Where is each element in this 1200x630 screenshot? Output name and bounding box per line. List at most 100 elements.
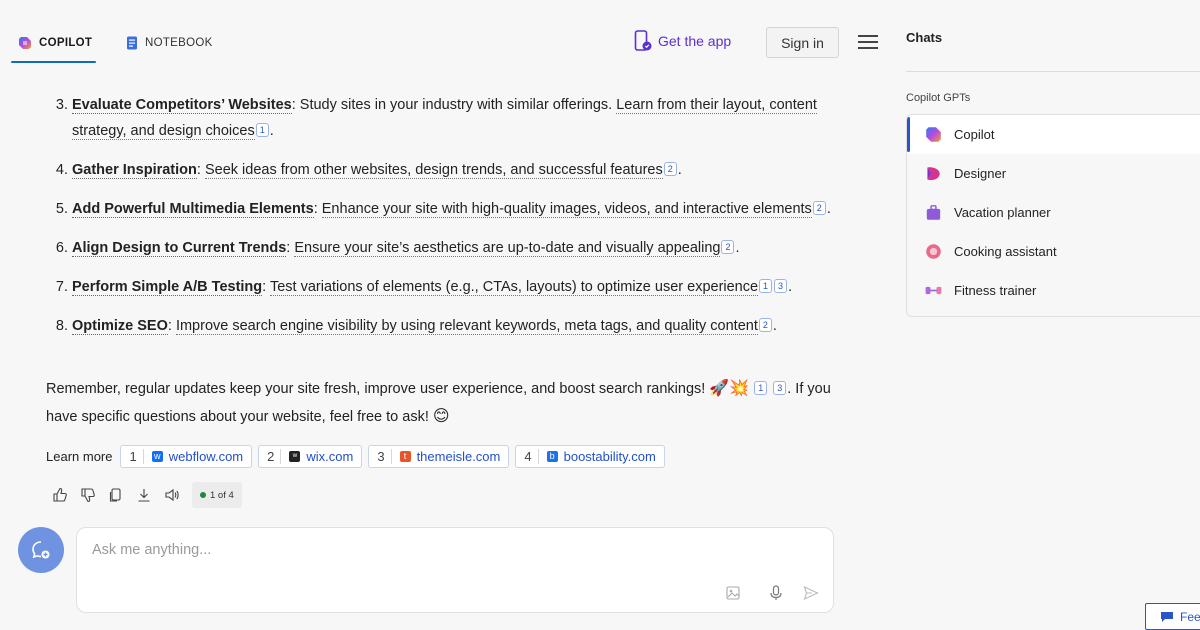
item-body: Gather Inspiration: Seek ideas from othe… <box>72 157 682 183</box>
thumbs-down-icon[interactable] <box>80 487 96 503</box>
source-domain: webflow.com <box>168 449 244 464</box>
item-title: Evaluate Competitors’ Websites <box>72 97 292 114</box>
gpt-item-designer[interactable]: Designer <box>907 154 1200 193</box>
phone-icon <box>634 30 652 51</box>
source-domain: themeisle.com <box>416 449 501 464</box>
source-domain: boostability.com <box>563 449 656 464</box>
item-number: 3. <box>55 97 68 113</box>
citation-badge[interactable]: 2 <box>721 240 735 254</box>
item-text-linked[interactable]: Seek ideas from other websites, design t… <box>204 162 663 179</box>
source-number: 1 <box>129 449 144 464</box>
designer-icon <box>925 165 942 182</box>
image-input-icon[interactable] <box>725 584 743 602</box>
download-icon[interactable] <box>136 487 152 503</box>
closing-text: Remember, regular updates keep your site… <box>46 381 710 397</box>
gpt-item-copilot[interactable]: Copilot <box>907 115 1200 154</box>
item-separator: : <box>291 97 300 113</box>
new-chat-icon <box>32 541 50 559</box>
item-body: Perform Simple A/B Testing: Test variati… <box>72 274 792 300</box>
status-dot <box>200 492 206 498</box>
microphone-icon[interactable] <box>767 584 785 602</box>
menu-icon[interactable] <box>858 35 878 49</box>
item-text-linked[interactable]: Ensure your site’s aesthetics are up-to-… <box>294 240 721 257</box>
feedback-button[interactable]: Fee <box>1145 603 1200 630</box>
closing-paragraph: Remember, regular updates keep your site… <box>46 375 836 431</box>
get-app-label: Get the app <box>658 33 732 49</box>
gpt-item-cooking-assistant[interactable]: Cooking assistant <box>907 232 1200 271</box>
item-text-linked[interactable]: Enhance your site with high-quality imag… <box>321 201 812 218</box>
source-chip[interactable]: 4 b boostability.com <box>515 445 665 468</box>
item-number: 6. <box>55 240 68 256</box>
sidebar-divider <box>906 71 1200 72</box>
right-sidebar: Chats Copilot GPTs Copilot Designer Vacati… <box>895 0 1200 630</box>
source-number: 4 <box>524 449 539 464</box>
source-domain: wix.com <box>306 449 354 464</box>
item-end: . <box>677 162 682 178</box>
item-body: Align Design to Current Trends: Ensure y… <box>72 235 740 261</box>
source-chip[interactable]: 1 w webflow.com <box>120 445 253 468</box>
citation-badge[interactable]: 2 <box>812 201 826 215</box>
citation-badge[interactable]: 3 <box>774 279 788 293</box>
item-separator: : <box>262 279 270 295</box>
new-topic-button[interactable] <box>18 527 64 573</box>
item-separator: : <box>313 201 322 217</box>
item-end: . <box>772 318 777 334</box>
learn-more-label: Learn more <box>46 449 113 464</box>
feedback-icon <box>1161 611 1173 622</box>
gpt-item-vacation-planner[interactable]: Vacation planner <box>907 193 1200 232</box>
citation-badge[interactable]: 2 <box>758 318 772 332</box>
citation-badge[interactable]: 1 <box>754 381 768 395</box>
send-icon[interactable] <box>802 584 820 602</box>
copy-icon[interactable] <box>108 487 124 503</box>
citation-badge[interactable]: 1 <box>759 279 773 293</box>
learn-more-bar: Learn more 1 w webflow.com 2 ʷ wix.com 3 t theme… <box>46 445 665 468</box>
sign-in-button[interactable]: Sign in <box>766 27 839 58</box>
item-number: 4. <box>55 162 68 178</box>
site-favicon-icon: b <box>546 451 558 462</box>
ask-input[interactable] <box>92 542 792 558</box>
citation-badge[interactable]: 3 <box>773 381 787 395</box>
item-text-linked[interactable]: Improve search engine visibility by usin… <box>175 318 758 335</box>
thumbs-up-icon[interactable] <box>52 487 68 503</box>
site-favicon-icon: w <box>151 451 163 462</box>
copilot-logo-icon <box>19 37 31 49</box>
citation-badge[interactable]: 1 <box>255 123 269 137</box>
dumbbell-icon <box>925 282 942 299</box>
answer-list-item: 4. Gather Inspiration: Seek ideas from ot… <box>50 157 840 183</box>
source-chip[interactable]: 2 ʷ wix.com <box>258 445 363 468</box>
gpt-list: Copilot Designer Vacation planner Cooking a… <box>906 114 1200 317</box>
answer-list-item: 6. Align Design to Current Trends: Ensure… <box>50 235 840 261</box>
item-number: 5. <box>55 201 68 217</box>
answer-list: 3. Evaluate Competitors’ Websites: Study … <box>50 92 840 352</box>
tab-notebook[interactable]: NOTEBOOK <box>126 36 213 50</box>
cooking-icon <box>925 243 942 260</box>
tab-copilot[interactable]: COPILOT <box>18 36 92 50</box>
item-end: . <box>826 201 831 217</box>
chats-title: Chats <box>906 30 943 45</box>
item-title: Align Design to Current Trends <box>72 240 287 257</box>
gpt-label: Designer <box>954 166 1007 181</box>
site-favicon-icon: ʷ <box>289 451 301 462</box>
gpt-label: Fitness trainer <box>954 283 1037 298</box>
chat-input-box <box>76 527 834 613</box>
source-chip[interactable]: 3 t themeisle.com <box>368 445 510 468</box>
item-body: Evaluate Competitors’ Websites: Study si… <box>72 92 840 144</box>
citation-badge[interactable]: 2 <box>663 162 677 176</box>
item-text-linked[interactable]: Test variations of elements (e.g., CTAs,… <box>269 279 759 296</box>
notebook-icon <box>127 36 137 50</box>
smile-emoji: 😊 <box>432 408 450 425</box>
active-tab-indicator <box>11 61 96 63</box>
item-number: 8. <box>55 318 68 334</box>
item-number: 7. <box>55 279 68 295</box>
gpt-item-fitness-trainer[interactable]: Fitness trainer <box>907 271 1200 310</box>
item-separator: : <box>196 162 205 178</box>
item-end: . <box>788 279 793 295</box>
get-app-link[interactable]: Get the app <box>634 30 731 52</box>
item-separator: : <box>167 318 176 334</box>
answer-list-item: 8. Optimize SEO: Improve search engine vi… <box>50 313 840 339</box>
read-aloud-icon[interactable] <box>164 487 180 503</box>
tab-copilot-label: COPILOT <box>39 37 93 49</box>
item-text: Study sites in your industry with simila… <box>299 97 617 113</box>
item-title: Add Powerful Multimedia Elements <box>72 201 314 218</box>
item-title: Gather Inspiration <box>72 162 197 179</box>
